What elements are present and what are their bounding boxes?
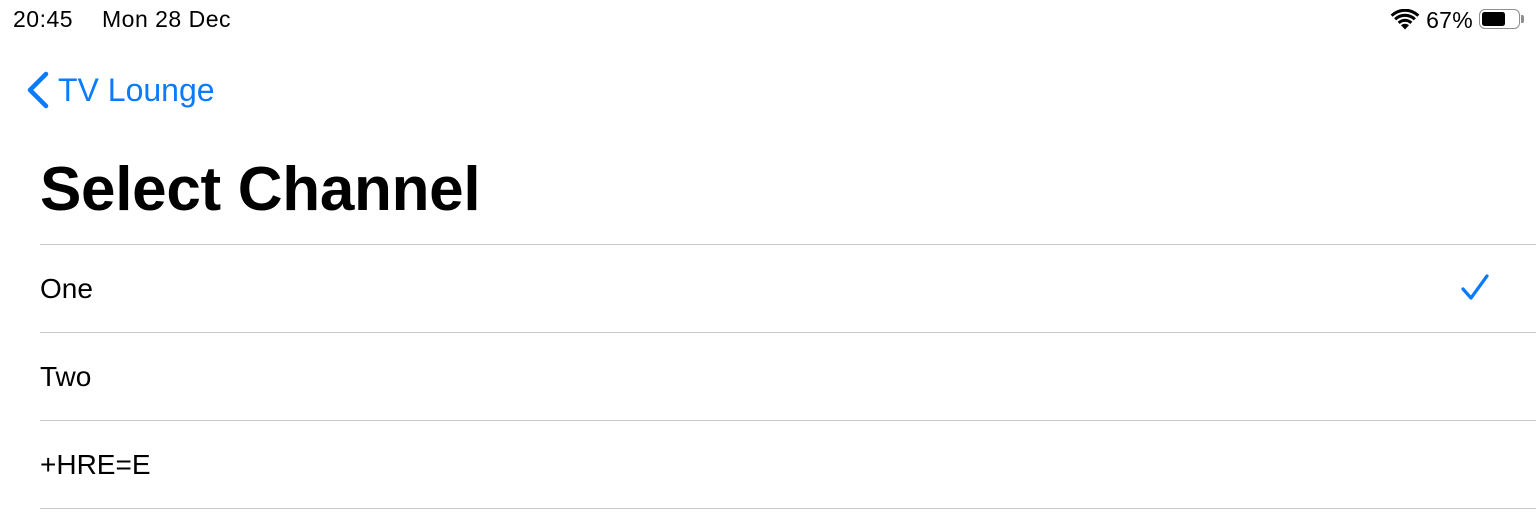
battery-percentage: 67% [1426,6,1473,33]
channel-row-two[interactable]: Two [40,333,1536,421]
status-time: 20:45 [13,6,74,32]
channel-row-three[interactable]: +HRE=E [40,421,1536,509]
channel-label: +HRE=E [40,448,151,480]
page-title: Select Channel [40,155,481,224]
channel-label: Two [40,360,92,392]
battery-cap [1521,15,1524,23]
chevron-left-icon [27,71,49,109]
status-bar: 20:45 Mon 28 Dec 67% [0,0,1536,40]
checkmark-icon [1461,274,1489,300]
channel-list: One Two +HRE=E [40,244,1536,509]
back-button-label: TV Lounge [58,71,215,108]
status-indicators: 67% [1390,6,1524,34]
channel-row-one[interactable]: One [40,245,1536,333]
channel-label: One [40,272,93,304]
battery-icon [1479,9,1524,31]
screen: 20:45 Mon 28 Dec 67% TV Lounge Select Ch… [0,0,1536,521]
wifi-icon [1390,9,1420,30]
battery-fill [1482,12,1505,26]
status-date: Mon 28 Dec [102,6,232,32]
back-button[interactable]: TV Lounge [24,68,215,112]
